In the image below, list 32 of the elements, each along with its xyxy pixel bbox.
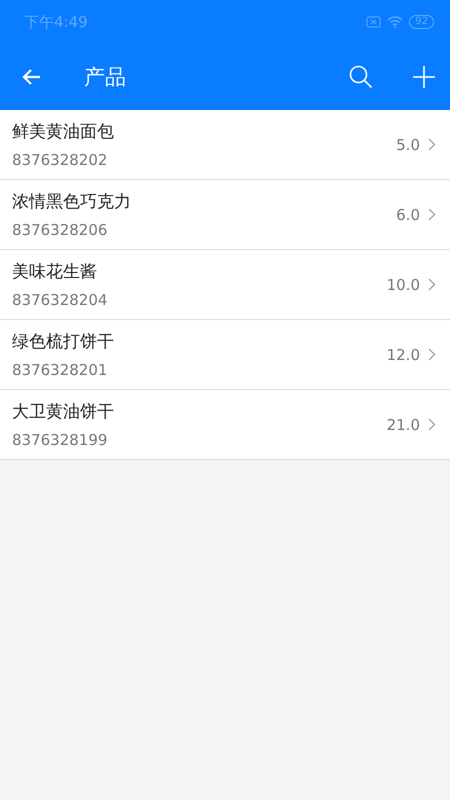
product-code: 8376328202 (12, 151, 108, 169)
product-row[interactable]: 浓情黑色巧克力 8376328206 6.0 (0, 180, 450, 250)
product-name: 鲜美黄油面包 (12, 121, 115, 143)
product-row[interactable]: 美味花生酱 8376328204 10.0 (0, 250, 450, 320)
product-price: 6.0 (396, 206, 420, 224)
product-name: 绿色梳打饼干 (12, 331, 115, 353)
chevron-right-icon (428, 418, 436, 431)
wifi-icon (387, 16, 404, 28)
product-code: 8376328206 (12, 221, 108, 239)
add-button[interactable] (412, 65, 436, 89)
product-name: 大卫黄油饼干 (12, 401, 115, 423)
product-row[interactable]: 绿色梳打饼干 8376328201 12.0 (0, 320, 450, 390)
product-code: 8376328201 (12, 361, 108, 379)
product-code: 8376328204 (12, 291, 108, 309)
chevron-right-icon (428, 348, 436, 361)
battery-level: 92 (409, 15, 434, 29)
search-button[interactable] (348, 64, 374, 90)
product-price: 12.0 (386, 346, 420, 364)
product-code: 8376328199 (12, 431, 108, 449)
product-price: 10.0 (386, 276, 420, 294)
product-price: 21.0 (386, 416, 420, 434)
chevron-right-icon (428, 278, 436, 291)
product-name: 美味花生酱 (12, 261, 98, 283)
page-title: 产品 (84, 64, 127, 91)
product-row[interactable]: 大卫黄油饼干 8376328199 21.0 (0, 390, 450, 460)
chevron-right-icon (428, 208, 436, 221)
product-price: 5.0 (396, 136, 420, 154)
chevron-right-icon (428, 138, 436, 151)
product-row[interactable]: 鲜美黄油面包 8376328202 5.0 (0, 110, 450, 180)
status-time: 下午4:49 (24, 12, 89, 32)
product-name: 浓情黑色巧克力 (12, 191, 132, 213)
sim-icon (366, 16, 382, 28)
